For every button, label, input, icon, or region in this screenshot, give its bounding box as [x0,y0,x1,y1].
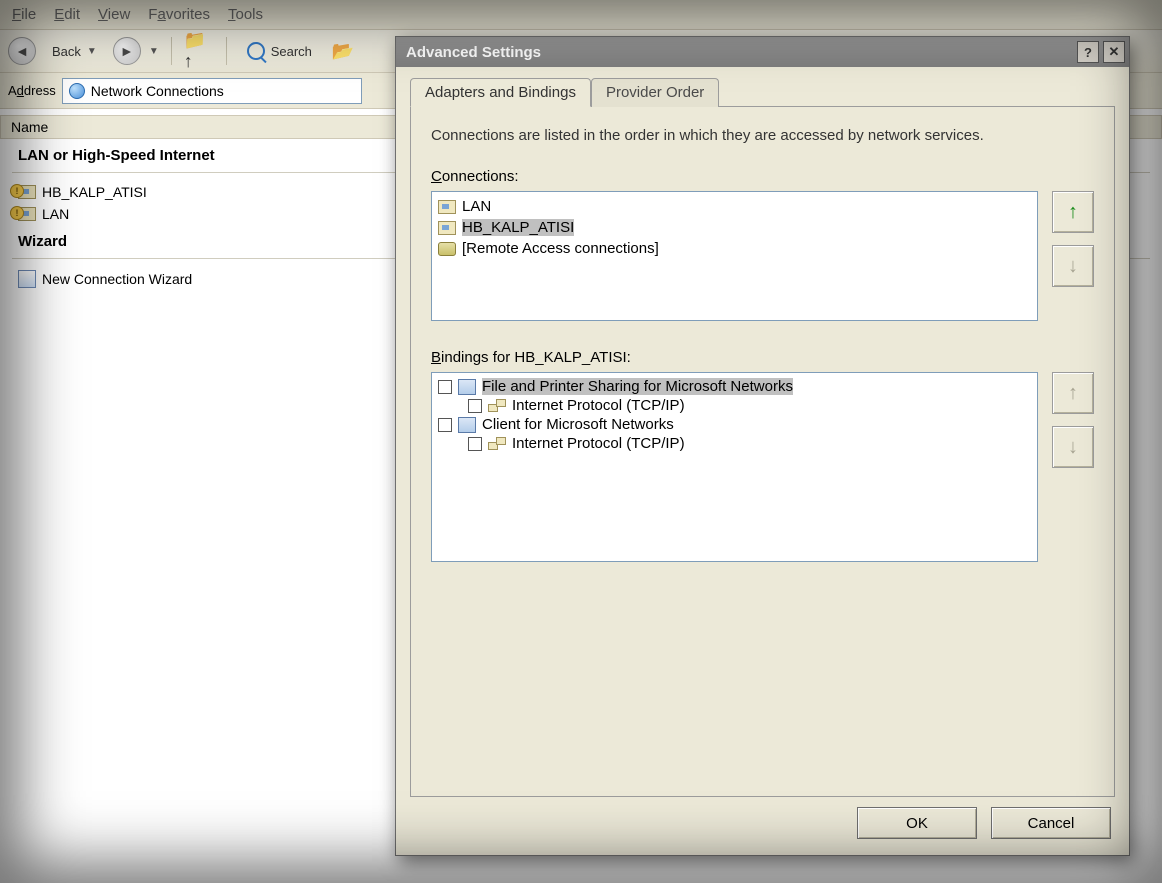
tab-adapters-bindings[interactable]: Adapters and Bindings [410,78,591,107]
checkbox[interactable] [468,437,482,451]
folders-button[interactable]: 📂 [328,37,358,65]
ok-button[interactable]: OK [857,807,977,839]
checkbox[interactable] [468,399,482,413]
tab-strip: Adapters and Bindings Provider Order [396,67,1129,106]
move-down-button[interactable]: ↓ [1052,426,1094,468]
dialog-title: Advanced Settings [406,44,541,61]
binding-item[interactable]: Internet Protocol (TCP/IP) [438,434,1031,453]
help-icon: ? [1084,45,1092,60]
menu-favorites[interactable]: Favorites [148,6,210,23]
close-button[interactable]: ✕ [1103,41,1125,63]
help-button[interactable]: ? [1077,41,1099,63]
binding-item[interactable]: File and Printer Sharing for Microsoft N… [438,377,1031,396]
list-item[interactable]: LAN [438,196,1031,217]
dialog-button-row: OK Cancel [396,807,1129,855]
connection-name: LAN [42,206,69,222]
binding-label: Internet Protocol (TCP/IP) [512,435,685,452]
service-icon [458,379,476,395]
folder-up-button[interactable]: 📁↑ [184,37,214,65]
connections-listbox[interactable]: LAN HB_KALP_ATISI [Remote Access connect… [431,191,1038,321]
dialog-titlebar[interactable]: Advanced Settings ? ✕ [396,37,1129,67]
network-adapter-icon [18,207,36,221]
arrow-down-icon: ↓ [1068,436,1078,459]
dropdown-caret-icon: ▼ [149,46,159,57]
move-up-button[interactable]: ↑ [1052,191,1094,233]
globe-icon [69,83,85,99]
bindings-listbox[interactable]: File and Printer Sharing for Microsoft N… [431,372,1038,562]
folder-up-icon: 📁↑ [184,30,214,72]
network-adapter-icon [438,221,456,235]
binding-item[interactable]: Internet Protocol (TCP/IP) [438,396,1031,415]
address-value: Network Connections [91,83,224,99]
search-label: Search [271,44,312,59]
bindings-label: Bindings for HB_KALP_ATISI: [431,349,1094,366]
advanced-settings-dialog: Advanced Settings ? ✕ Adapters and Bindi… [395,36,1130,856]
arrow-down-icon: ↓ [1068,255,1078,278]
service-icon [458,417,476,433]
tab-provider-order[interactable]: Provider Order [591,78,719,107]
dropdown-caret-icon: ▼ [87,46,97,57]
move-down-button[interactable]: ↓ [1052,245,1094,287]
folders-icon: 📂 [332,41,354,62]
connection-name: HB_KALP_ATISI [42,184,147,200]
address-label: Address [8,83,56,98]
move-up-button[interactable]: ↑ [1052,372,1094,414]
network-adapter-icon [18,185,36,199]
list-item[interactable]: [Remote Access connections] [438,238,1031,259]
menu-tools[interactable]: Tools [228,6,263,23]
protocol-icon [488,437,506,451]
close-icon: ✕ [1109,44,1120,60]
cancel-button[interactable]: Cancel [991,807,1111,839]
list-item-label: HB_KALP_ATISI [462,219,574,236]
arrow-up-icon: ↑ [1068,201,1078,224]
address-input[interactable]: Network Connections [62,78,362,104]
checkbox[interactable] [438,418,452,432]
arrow-up-icon: ↑ [1068,382,1078,405]
list-item-label: [Remote Access connections] [462,240,659,257]
binding-label: Client for Microsoft Networks [482,416,674,433]
tab-panel: Connections are listed in the order in w… [410,106,1115,797]
protocol-icon [488,399,506,413]
back-label: Back [52,44,81,59]
binding-item[interactable]: Client for Microsoft Networks [438,415,1031,434]
search-button[interactable]: Search [239,38,320,64]
wizard-icon [18,270,36,288]
dialup-icon [438,242,456,256]
panel-description: Connections are listed in the order in w… [431,125,1094,146]
binding-label: File and Printer Sharing for Microsoft N… [482,378,793,395]
list-item-label: LAN [462,198,491,215]
toolbar-separator [226,37,227,65]
menu-view[interactable]: View [98,6,130,23]
back-button[interactable]: Back ▼ [44,40,105,63]
forward-button[interactable]: ► [113,37,141,65]
wizard-name: New Connection Wizard [42,271,192,287]
back-button-icon[interactable]: ◄ [8,37,36,65]
menu-bar: File Edit View Favorites Tools [0,0,1162,29]
binding-label: Internet Protocol (TCP/IP) [512,397,685,414]
list-item[interactable]: HB_KALP_ATISI [438,217,1031,238]
connections-label: Connections: [431,168,1094,185]
search-icon [247,42,265,60]
menu-edit[interactable]: Edit [54,6,80,23]
menu-file[interactable]: File [12,6,36,23]
network-adapter-icon [438,200,456,214]
toolbar-separator [171,37,172,65]
checkbox[interactable] [438,380,452,394]
